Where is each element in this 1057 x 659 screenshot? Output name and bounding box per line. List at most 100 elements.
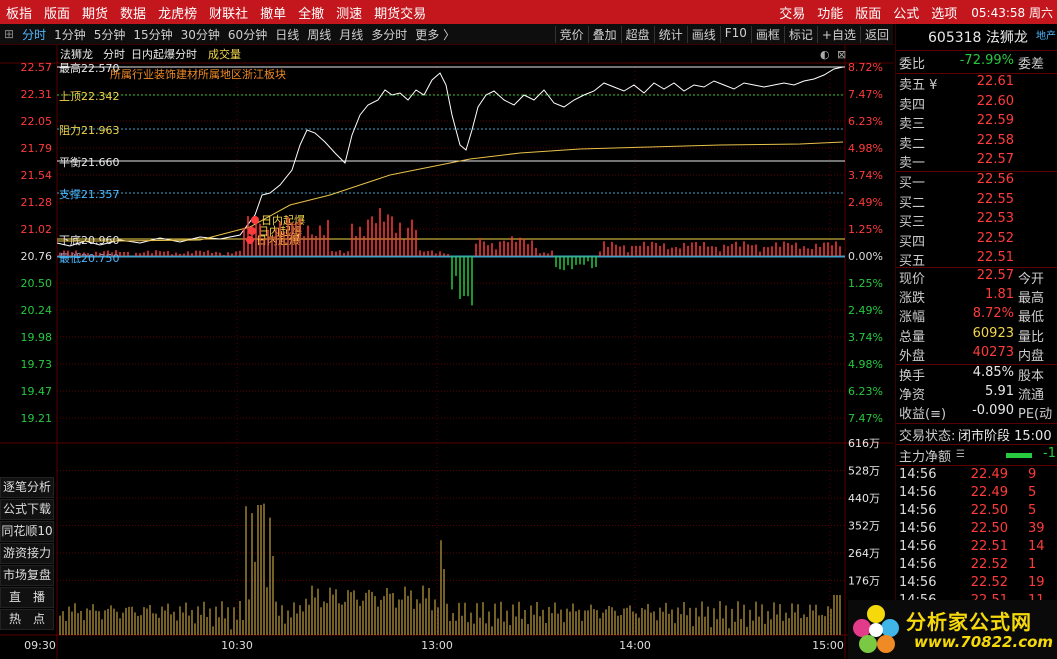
tick-volume: 5: [1028, 503, 1037, 518]
period-tab-4[interactable]: 30分钟: [177, 26, 224, 43]
stock-header[interactable]: 605318 法狮龙 地产: [896, 27, 1057, 49]
chart-subtitle-0: 分时: [103, 48, 125, 61]
menu-item-2[interactable]: 期货: [76, 3, 114, 22]
toolbar-grid-icon[interactable]: ⊞: [0, 27, 18, 41]
toolbar-action-7[interactable]: 标记: [783, 25, 817, 43]
time-tick-label: 13:00: [421, 639, 453, 652]
period-tabs: 分时 1分钟 5分钟 15分钟 30分钟 60分钟 日线 周线 月线 多分时 更多 〉: [18, 26, 459, 43]
flow-value: -1: [1043, 446, 1056, 461]
toolbar-action-9[interactable]: 返回: [859, 25, 893, 43]
menu-right-item-3[interactable]: 公式: [887, 3, 925, 22]
side-button-6[interactable]: 热 点: [0, 609, 54, 630]
side-button-2[interactable]: 同花顺10: [0, 521, 54, 542]
tick-time: 14:56: [899, 557, 937, 572]
ask-row: 卖二 22.58: [896, 133, 1057, 152]
intraday-chart[interactable]: 22.57 8.72% 22.31 7.47% 22.05 6.23% 21.79 4.98%…: [0, 45, 893, 659]
side-button-0[interactable]: 逐笔分析: [0, 477, 54, 498]
period-tab-8[interactable]: 月线: [335, 26, 367, 43]
chart-zoom-icon[interactable]: ◐: [820, 48, 830, 61]
ask-row: 卖四 22.60: [896, 94, 1057, 113]
volume-tick-label: 352万: [848, 520, 880, 533]
period-tab-5[interactable]: 60分钟: [224, 26, 271, 43]
level-label-support: 支撑21.357: [59, 187, 120, 201]
period-tab-1[interactable]: 1分钟: [50, 26, 90, 43]
side-button-1[interactable]: 公式下载: [0, 499, 54, 520]
industry-annotation: 所属行业装饰建材所属地区浙江板块: [110, 67, 286, 81]
toolbar-action-6[interactable]: 画框: [750, 25, 784, 43]
tick-time: 14:56: [899, 521, 937, 536]
sector-tag[interactable]: 地产: [1036, 27, 1056, 42]
period-tab-0[interactable]: 分时: [18, 26, 50, 43]
stat-value: 40273: [972, 344, 1014, 360]
toolbar-action-1[interactable]: 叠加: [587, 25, 621, 43]
period-tab-7[interactable]: 周线: [303, 26, 335, 43]
menu-item-1[interactable]: 版面: [38, 3, 76, 22]
menu-item-3[interactable]: 数据: [114, 3, 152, 22]
pct-tick-label: 1.25%: [848, 277, 883, 290]
menu-item-7[interactable]: 全撤: [292, 3, 330, 22]
menu-right-group: 交易 功能 版面 公式 选项 05:43:58 周六: [773, 3, 1057, 22]
chart-canvas[interactable]: 22.57 8.72% 22.31 7.47% 22.05 6.23% 21.79 4.98%…: [0, 45, 893, 659]
menu-right-item-4[interactable]: 选项: [925, 3, 963, 22]
stat2-label: 收益(≡): [899, 407, 947, 423]
stat-value: 60923: [972, 325, 1014, 341]
tick-price: 22.49: [970, 485, 1008, 500]
toolbar-action-2[interactable]: 超盘: [620, 25, 654, 43]
pct-tick-label: 8.72%: [848, 61, 883, 74]
volume-tick-label: 440万: [848, 492, 880, 505]
menu-item-5[interactable]: 财联社: [203, 3, 254, 22]
chart-close-icon[interactable]: ⊠: [837, 48, 846, 61]
period-tab-9[interactable]: 多分时: [367, 26, 411, 43]
side-button-3[interactable]: 游资接力: [0, 543, 54, 564]
side-button-5[interactable]: 直 播: [0, 587, 54, 608]
volume-tick-label: 176万: [848, 575, 880, 588]
ratio-value: -72.99%: [959, 53, 1014, 68]
price-tick-label: 19.47: [21, 385, 53, 398]
toolbar-action-8[interactable]: +自选: [816, 25, 860, 43]
toolbar-action-5[interactable]: F10: [719, 25, 751, 43]
stat-label: 总量: [899, 329, 926, 345]
toolbar-action-4[interactable]: 画线: [686, 25, 720, 43]
menu-item-9[interactable]: 期货交易: [368, 3, 432, 22]
signal-marker[interactable]: [246, 236, 254, 244]
menu-item-8[interactable]: 测速: [330, 3, 368, 22]
period-tab-10[interactable]: 更多 〉: [411, 26, 459, 43]
bid-price: 22.56: [976, 172, 1014, 187]
period-tab-2[interactable]: 5分钟: [90, 26, 130, 43]
period-tab-3[interactable]: 15分钟: [129, 26, 176, 43]
stock-code-name: 605318 法狮龙: [928, 30, 1028, 46]
side-button-4[interactable]: 市场复盘: [0, 565, 54, 586]
menu-right-item-1[interactable]: 功能: [811, 3, 849, 22]
menu-right-item-0[interactable]: 交易: [773, 3, 811, 22]
stat-row: 涨跌 1.81 最高: [896, 287, 1057, 306]
bid-label: 买一: [899, 176, 926, 191]
tick-time: 14:56: [899, 539, 937, 554]
menu-item-6[interactable]: 撤单: [254, 3, 292, 22]
menu-right-item-2[interactable]: 版面: [849, 3, 887, 22]
bid-price: 22.51: [976, 250, 1014, 265]
toolbar-action-3[interactable]: 统计: [653, 25, 687, 43]
main-flow-row[interactable]: 主力净额 ☰ -1: [896, 446, 1057, 465]
stat-label-2: 内盘: [1018, 348, 1045, 364]
tick-price: 22.52: [970, 557, 1008, 572]
stat-row: 涨幅 8.72% 最低: [896, 306, 1057, 325]
toolbar-action-0[interactable]: 竞价: [554, 25, 588, 43]
signal-marker[interactable]: [251, 216, 259, 224]
chart-subtitle-2: 成交量: [208, 47, 241, 61]
menu-icon[interactable]: ☰: [956, 449, 965, 460]
stat-label: 涨幅: [899, 310, 926, 326]
level-label-top: 上顶22.342: [59, 90, 120, 103]
price-tick-label: 21.79: [21, 142, 53, 155]
period-tab-6[interactable]: 日线: [271, 26, 303, 43]
menu-item-4[interactable]: 龙虎榜: [152, 3, 203, 22]
price-tick-label: 22.31: [21, 88, 53, 101]
stat-label-2: 最高: [1018, 291, 1045, 307]
tick-row: 14:56 22.52 19: [896, 575, 1057, 593]
menu-item-0[interactable]: 板指: [0, 3, 38, 22]
volume-tick-label: 264万: [848, 547, 880, 560]
time-tick-label: 09:30: [24, 639, 56, 652]
tick-volume: 9: [1028, 467, 1037, 482]
ask-row: 卖五 ¥ 22.61: [896, 74, 1057, 93]
bid-label: 买四: [899, 234, 926, 250]
pct-tick-label: 4.98%: [848, 142, 883, 155]
